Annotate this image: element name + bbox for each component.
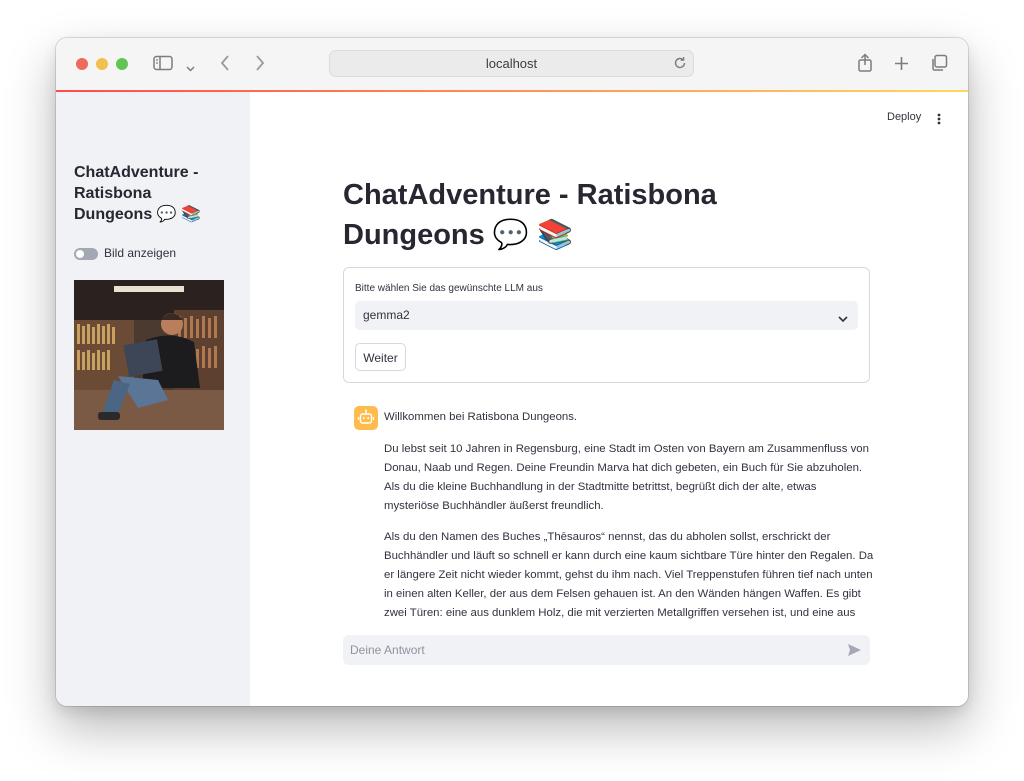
show-image-toggle-label: Bild anzeigen [104,246,177,260]
url-text: localhost [485,56,538,71]
chat-input-placeholder: Deine Antwort [350,643,425,657]
assistant-greeting: Willkommen bei Ratisbona Dungeons. [384,411,578,423]
chat-input[interactable]: Deine Antwort [343,635,870,665]
assistant-message-paragraph: Als du den Namen des Buches „Thēsauros“ … [384,528,874,620]
forward-icon[interactable] [255,55,265,76]
sidebar-title: ChatAdventure - Ratisbona Dungeons 💬 📚 [74,164,201,223]
message-paragraph-text: Als du den Namen des Buches „Thēsauros“ … [384,531,874,619]
chevron-down-icon [838,310,848,328]
close-window-button[interactable] [76,58,88,70]
llm-select[interactable]: gemma2 [355,301,858,330]
address-bar[interactable]: localhost [329,50,694,77]
toggle-knob [76,250,84,258]
llm-select-value: gemma2 [363,308,410,322]
show-image-toggle[interactable] [74,248,98,260]
main-menu-icon[interactable] [937,112,941,130]
page-title: ChatAdventure - Ratisbona Dungeons 💬 📚 [343,179,717,251]
continue-button[interactable]: Weiter [355,343,406,371]
assistant-message-paragraph: Du lebst seit 10 Jahren in Regensburg, e… [384,440,874,516]
llm-select-label: Bitte wählen Sie das gewünschte LLM aus [355,283,543,294]
zoom-window-button[interactable] [116,58,128,70]
sidebar-toggle-icon[interactable] [153,55,173,76]
reload-icon[interactable] [673,56,687,75]
message-paragraph-text: Du lebst seit 10 Jahren in Regensburg, e… [384,443,869,512]
sidebar: ChatAdventure - Ratisbona Dungeons 💬 📚 B… [56,92,250,706]
browser-window: localhost ChatAdventure - Ratisbona Dung… [56,38,968,706]
deploy-button[interactable]: Deploy [887,111,921,123]
back-icon[interactable] [220,55,230,76]
browser-titlebar: localhost [56,38,968,91]
tab-overview-icon[interactable] [930,54,948,77]
bookstore-photo [74,280,224,430]
assistant-avatar-icon [354,406,378,430]
new-tab-icon[interactable] [894,56,909,76]
chevron-down-icon[interactable] [186,59,195,77]
minimize-window-button[interactable] [96,58,108,70]
send-icon[interactable] [847,643,862,662]
llm-form: Bitte wählen Sie das gewünschte LLM aus … [343,267,870,383]
share-icon[interactable] [857,53,873,78]
